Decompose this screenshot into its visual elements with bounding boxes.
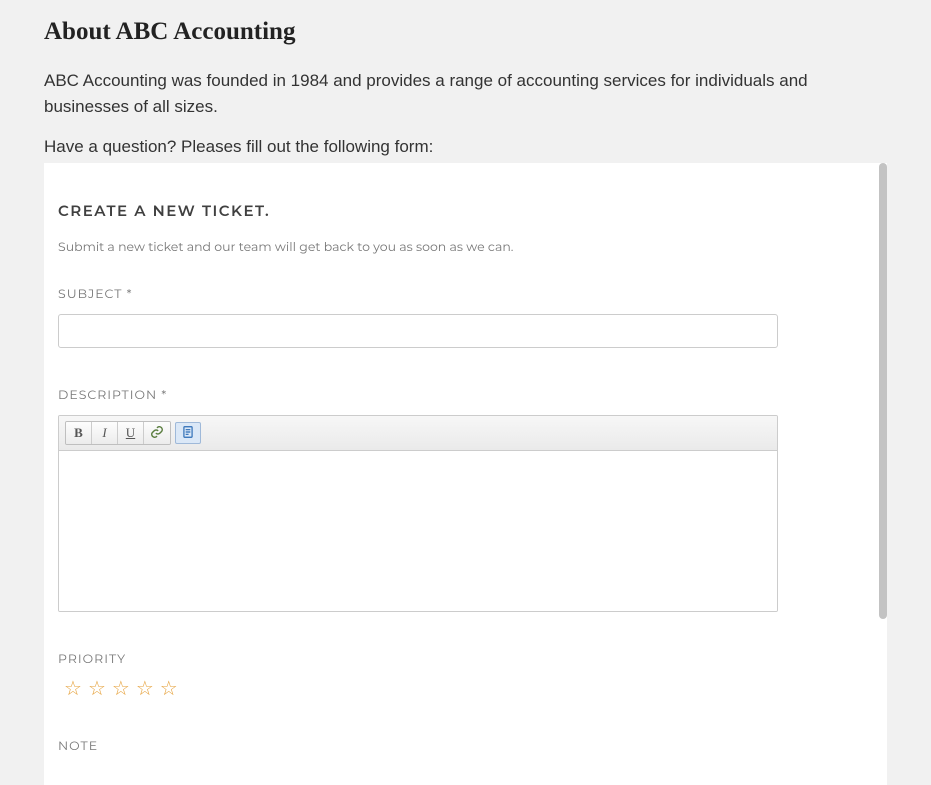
star-4[interactable]: ☆ — [136, 679, 154, 699]
page-title: About ABC Accounting — [44, 18, 887, 46]
field-description: DESCRIPTION * B I U — [58, 388, 873, 612]
field-priority: PRIORITY ☆ ☆ ☆ ☆ ☆ — [58, 652, 873, 699]
subject-input[interactable] — [58, 314, 778, 348]
rich-text-editor: B I U — [58, 415, 778, 612]
star-3[interactable]: ☆ — [112, 679, 130, 699]
star-1[interactable]: ☆ — [64, 679, 82, 699]
description-textarea[interactable] — [59, 451, 777, 611]
form-prompt-text: Have a question? Pleases fill out the fo… — [44, 137, 887, 157]
star-5[interactable]: ☆ — [160, 679, 178, 699]
field-note: NOTE — [58, 739, 873, 754]
document-icon — [181, 425, 195, 442]
italic-button[interactable]: I — [92, 422, 118, 444]
scrollbar[interactable] — [879, 163, 887, 619]
form-heading: CREATE A NEW TICKET. — [58, 201, 873, 220]
editor-toolbar: B I U — [59, 416, 777, 451]
description-label: DESCRIPTION * — [58, 388, 873, 403]
ticket-form-panel: CREATE A NEW TICKET. Submit a new ticket… — [44, 163, 887, 785]
note-label: NOTE — [58, 739, 873, 754]
underline-button[interactable]: U — [118, 422, 144, 444]
star-2[interactable]: ☆ — [88, 679, 106, 699]
link-button[interactable] — [144, 422, 170, 444]
field-subject: SUBJECT * — [58, 287, 873, 348]
priority-label: PRIORITY — [58, 652, 873, 667]
form-subtext: Submit a new ticket and our team will ge… — [58, 240, 873, 255]
priority-stars: ☆ ☆ ☆ ☆ ☆ — [58, 679, 873, 699]
intro-text: ABC Accounting was founded in 1984 and p… — [44, 68, 887, 119]
source-toggle-button[interactable] — [175, 422, 201, 444]
link-icon — [150, 425, 164, 442]
bold-button[interactable]: B — [66, 422, 92, 444]
subject-label: SUBJECT * — [58, 287, 873, 302]
editor-format-group: B I U — [65, 421, 171, 445]
